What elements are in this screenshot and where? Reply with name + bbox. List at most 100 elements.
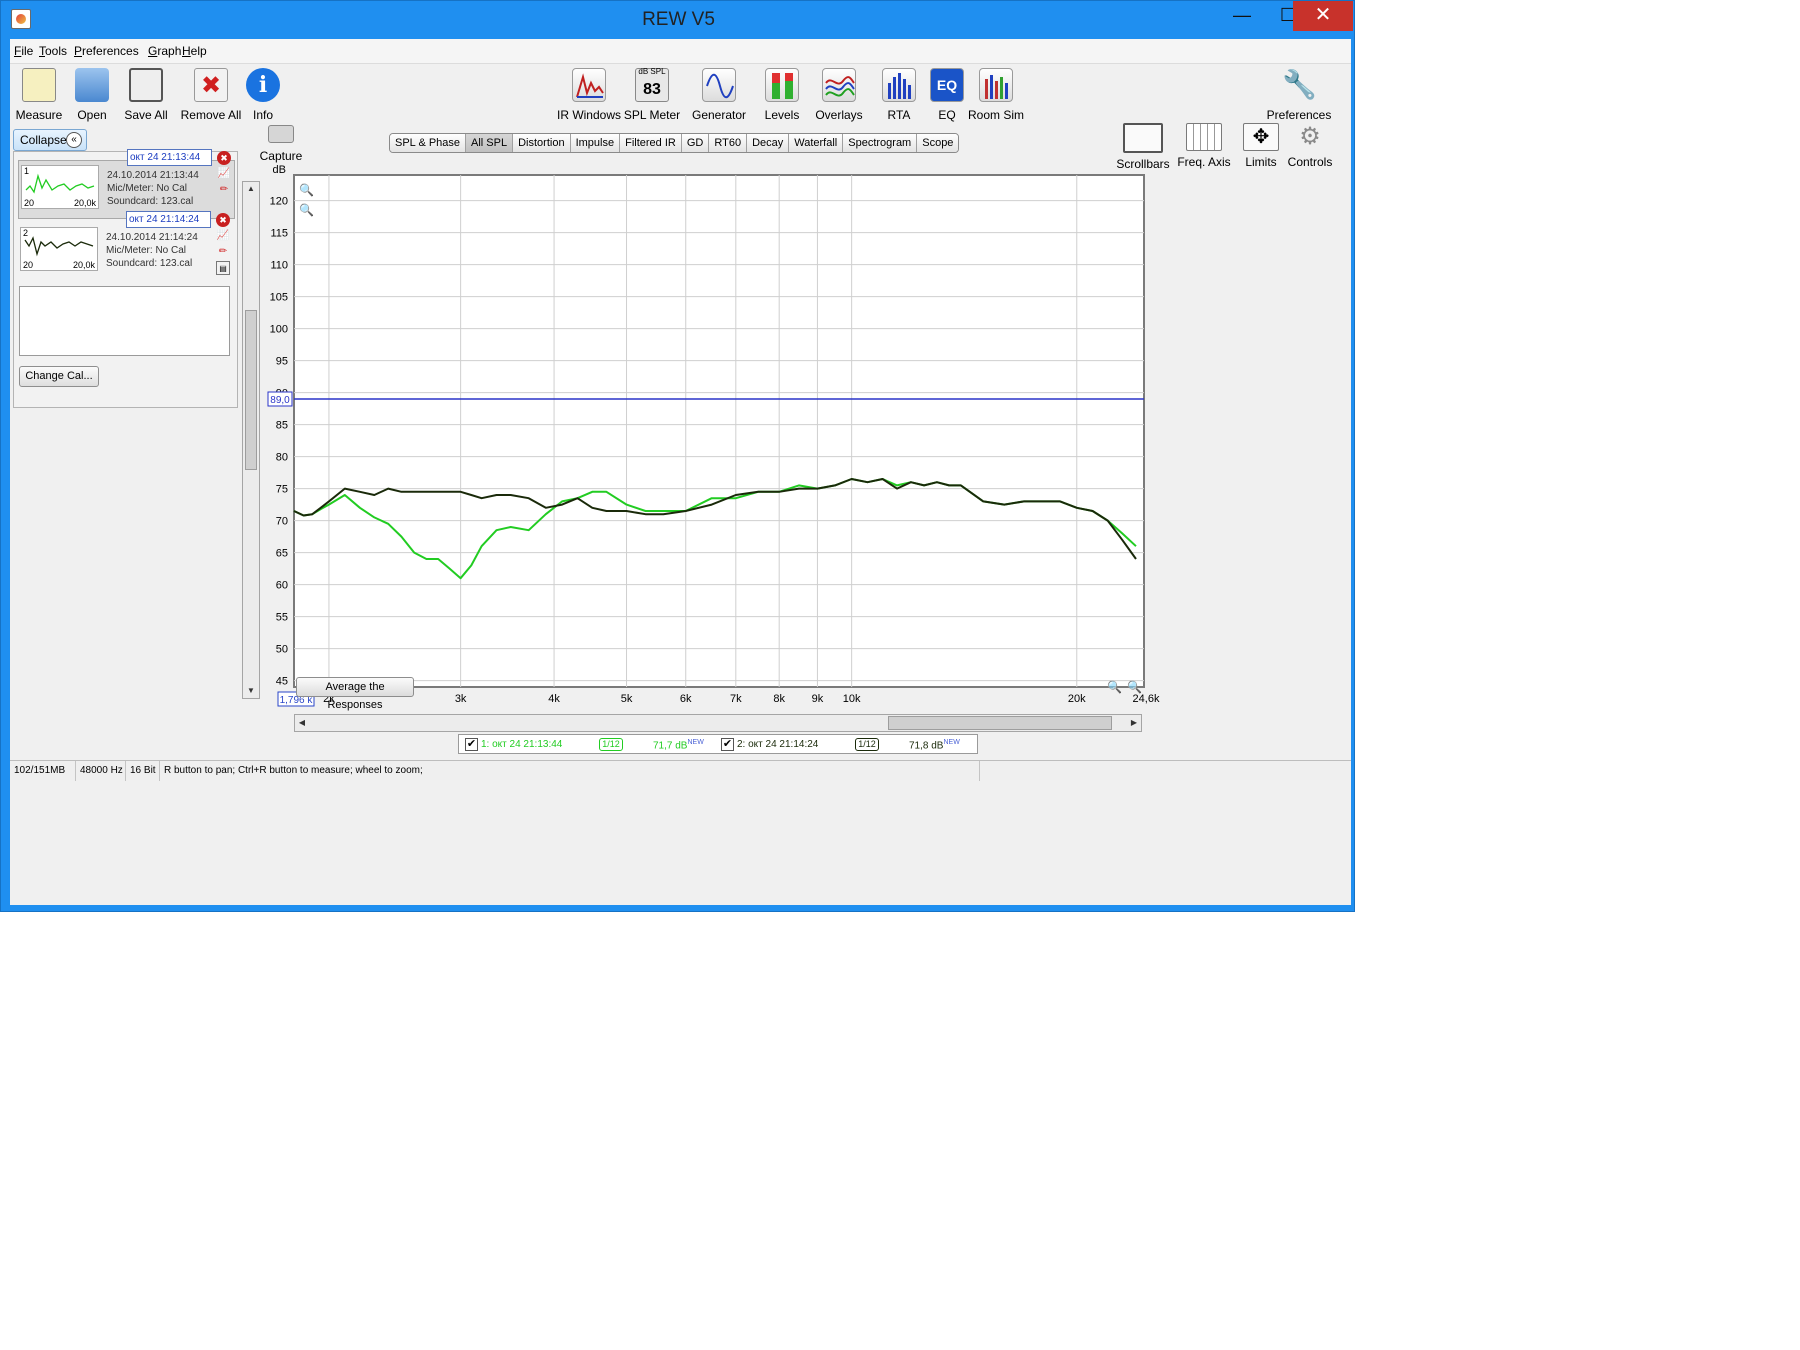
tab-waterfall[interactable]: Waterfall (789, 134, 844, 152)
notes-area[interactable] (19, 286, 230, 356)
measurement-info: 24.10.2014 21:13:44 Mic/Meter: No Cal So… (107, 169, 199, 205)
delete-icon[interactable]: ✖ (216, 213, 230, 227)
tab-all-spl[interactable]: All SPL (466, 134, 514, 152)
x-tick-label: 8k (773, 693, 785, 705)
menu-help[interactable]: Help (182, 44, 207, 58)
graph-color-icon[interactable]: 📈 (217, 167, 231, 181)
series-2-smoothing[interactable]: 1/12 (855, 738, 879, 751)
collapse-button[interactable]: Collapse « (13, 129, 87, 151)
zoom-out-y-icon[interactable]: 🔍 (299, 203, 314, 217)
ir-windows-button[interactable]: IR Windows (554, 68, 624, 122)
series-1-checkbox[interactable]: ✔ (465, 738, 478, 751)
preferences-button[interactable]: 🔧 Preferences (1264, 68, 1334, 122)
menu-tools[interactable]: Tools (39, 44, 67, 58)
info-label: Info (252, 108, 273, 122)
series-2-level: 71,8 dBNEW (909, 739, 960, 751)
main-toolbar: Measure Open Save All Remove All i Info (10, 63, 1351, 129)
y-tick-label: 80 (276, 452, 288, 464)
save-all-label: Save All (124, 108, 168, 122)
status-bit-depth: 16 Bit (126, 761, 160, 781)
scroll-thumb[interactable] (245, 310, 257, 470)
tab-gd[interactable]: GD (681, 134, 710, 152)
room-sim-button[interactable]: Room Sim (961, 68, 1031, 122)
y-tick-label: 75 (276, 484, 288, 496)
scroll-down-icon[interactable]: ▼ (243, 684, 259, 698)
series-2-level-value: 71,8 dB (909, 740, 944, 752)
title-bar[interactable]: REW V5 — ☐ ✕ (1, 1, 1354, 39)
x-end-label: 24,6k (1133, 693, 1160, 705)
scroll-right-icon[interactable]: ▶ (1127, 715, 1141, 731)
scroll-left-icon[interactable]: ◀ (295, 715, 309, 731)
generator-glyph (706, 73, 734, 99)
measurement-name-field[interactable]: окт 24 21:13:44 (127, 149, 212, 166)
tab-decay[interactable]: Decay (747, 134, 790, 152)
tab-scope[interactable]: Scope (917, 134, 959, 152)
tab-spectrogram[interactable]: Spectrogram (843, 134, 918, 152)
hscroll-thumb[interactable] (888, 716, 1112, 730)
spl-meter-button[interactable]: dB SPL 83 SPL Meter (617, 67, 687, 122)
scroll-up-icon[interactable]: ▲ (243, 182, 259, 196)
ir-windows-glyph (576, 73, 604, 98)
controls-button[interactable]: ⚙ Controls (1275, 123, 1345, 169)
window-title: REW V5 (642, 9, 715, 30)
menu-preferences[interactable]: Preferences (74, 44, 139, 58)
zoom-out-x-icon[interactable]: 🔍 (1107, 680, 1122, 694)
tab-filtered-ir[interactable]: Filtered IR (620, 134, 682, 152)
pen-icon[interactable]: ✏ (216, 245, 230, 259)
x-tick-label: 10k (843, 693, 861, 705)
y-tick-label: 110 (270, 260, 288, 272)
app-window: REW V5 — ☐ ✕ File Tools Preferences Grap… (0, 0, 1355, 912)
series-2-checkbox[interactable]: ✔ (721, 738, 734, 751)
x-tick-label: 5k (621, 693, 633, 705)
status-sample-rate: 48000 Hz (76, 761, 126, 781)
info-button[interactable]: i Info (228, 68, 298, 122)
measure-icon (22, 68, 56, 102)
measurement-scrollbar[interactable]: ▲ ▼ (242, 181, 260, 699)
scrollbars-button[interactable]: Scrollbars (1108, 123, 1178, 171)
eq-icon: EQ (930, 68, 964, 102)
thumb-low-label: 20 (24, 198, 35, 208)
menu-graph[interactable]: Graph (148, 44, 181, 58)
save-all-button[interactable]: Save All (111, 68, 181, 122)
cal-file-icon[interactable]: ▤ (216, 261, 230, 275)
measurement-item-2[interactable]: 2 20 20,0k окт 24 21:14:24 ✖ 📈 ✏ ▤ 24.10… (18, 211, 235, 282)
zoom-in-y-icon[interactable]: 🔍 (299, 183, 314, 197)
status-extra (980, 761, 1160, 781)
change-cal-button[interactable]: Change Cal... (19, 366, 99, 387)
spl-graph[interactable]: dB12011511010510095908580757065605550452… (265, 165, 1161, 725)
spl-meter-caption: dB SPL (638, 67, 666, 76)
close-button[interactable]: ✕ (1293, 1, 1353, 31)
measurement-name-field[interactable]: окт 24 21:14:24 (126, 211, 211, 228)
menu-file[interactable]: File (14, 44, 33, 58)
thumb-low-label: 20 (23, 260, 34, 270)
limits-icon: ✥ (1243, 123, 1279, 151)
graph-canvas[interactable]: dB12011511010510095908580757065605550452… (265, 165, 1161, 725)
y-tick-label: 50 (276, 644, 288, 656)
folder-icon (75, 68, 109, 102)
y-tick-label: 60 (276, 580, 288, 592)
series-1-level: 71,7 dBNEW (653, 739, 704, 751)
tab-rt60[interactable]: RT60 (709, 134, 748, 152)
tab-impulse[interactable]: Impulse (570, 134, 621, 152)
measurement-date: 24.10.2014 21:14:24 (106, 232, 198, 243)
tab-spl-phase[interactable]: SPL & Phase (390, 134, 467, 152)
controls-label: Controls (1287, 155, 1333, 169)
room-sim-glyph (985, 75, 1008, 99)
tab-distortion[interactable]: Distortion (513, 134, 571, 152)
room-sim-icon (979, 68, 1013, 102)
series-1-smoothing[interactable]: 1/12 (599, 738, 623, 751)
capture-button[interactable]: Capture (254, 125, 308, 163)
ir-windows-label: IR Windows (556, 108, 621, 122)
status-bar: 102/151MB 48000 Hz 16 Bit R button to pa… (10, 760, 1351, 781)
spl-meter-icon: dB SPL 83 (635, 67, 669, 102)
levels-icon (765, 68, 799, 102)
zoom-in-x-icon[interactable]: 🔍 (1127, 680, 1142, 694)
minimize-button[interactable]: — (1219, 1, 1265, 31)
delete-icon[interactable]: ✖ (217, 151, 231, 165)
graph-color-icon[interactable]: 📈 (216, 229, 230, 243)
generator-button[interactable]: Generator (684, 68, 754, 122)
measurement-list: 1 20 20,0k окт 24 21:13:44 ✖ 📈 ✏ 24.10.2… (13, 149, 238, 408)
average-responses-button[interactable]: Average the Responses (296, 677, 414, 711)
graph-hscroll[interactable]: ◀ ▶ (294, 714, 1142, 732)
pen-icon[interactable]: ✏ (217, 183, 231, 197)
